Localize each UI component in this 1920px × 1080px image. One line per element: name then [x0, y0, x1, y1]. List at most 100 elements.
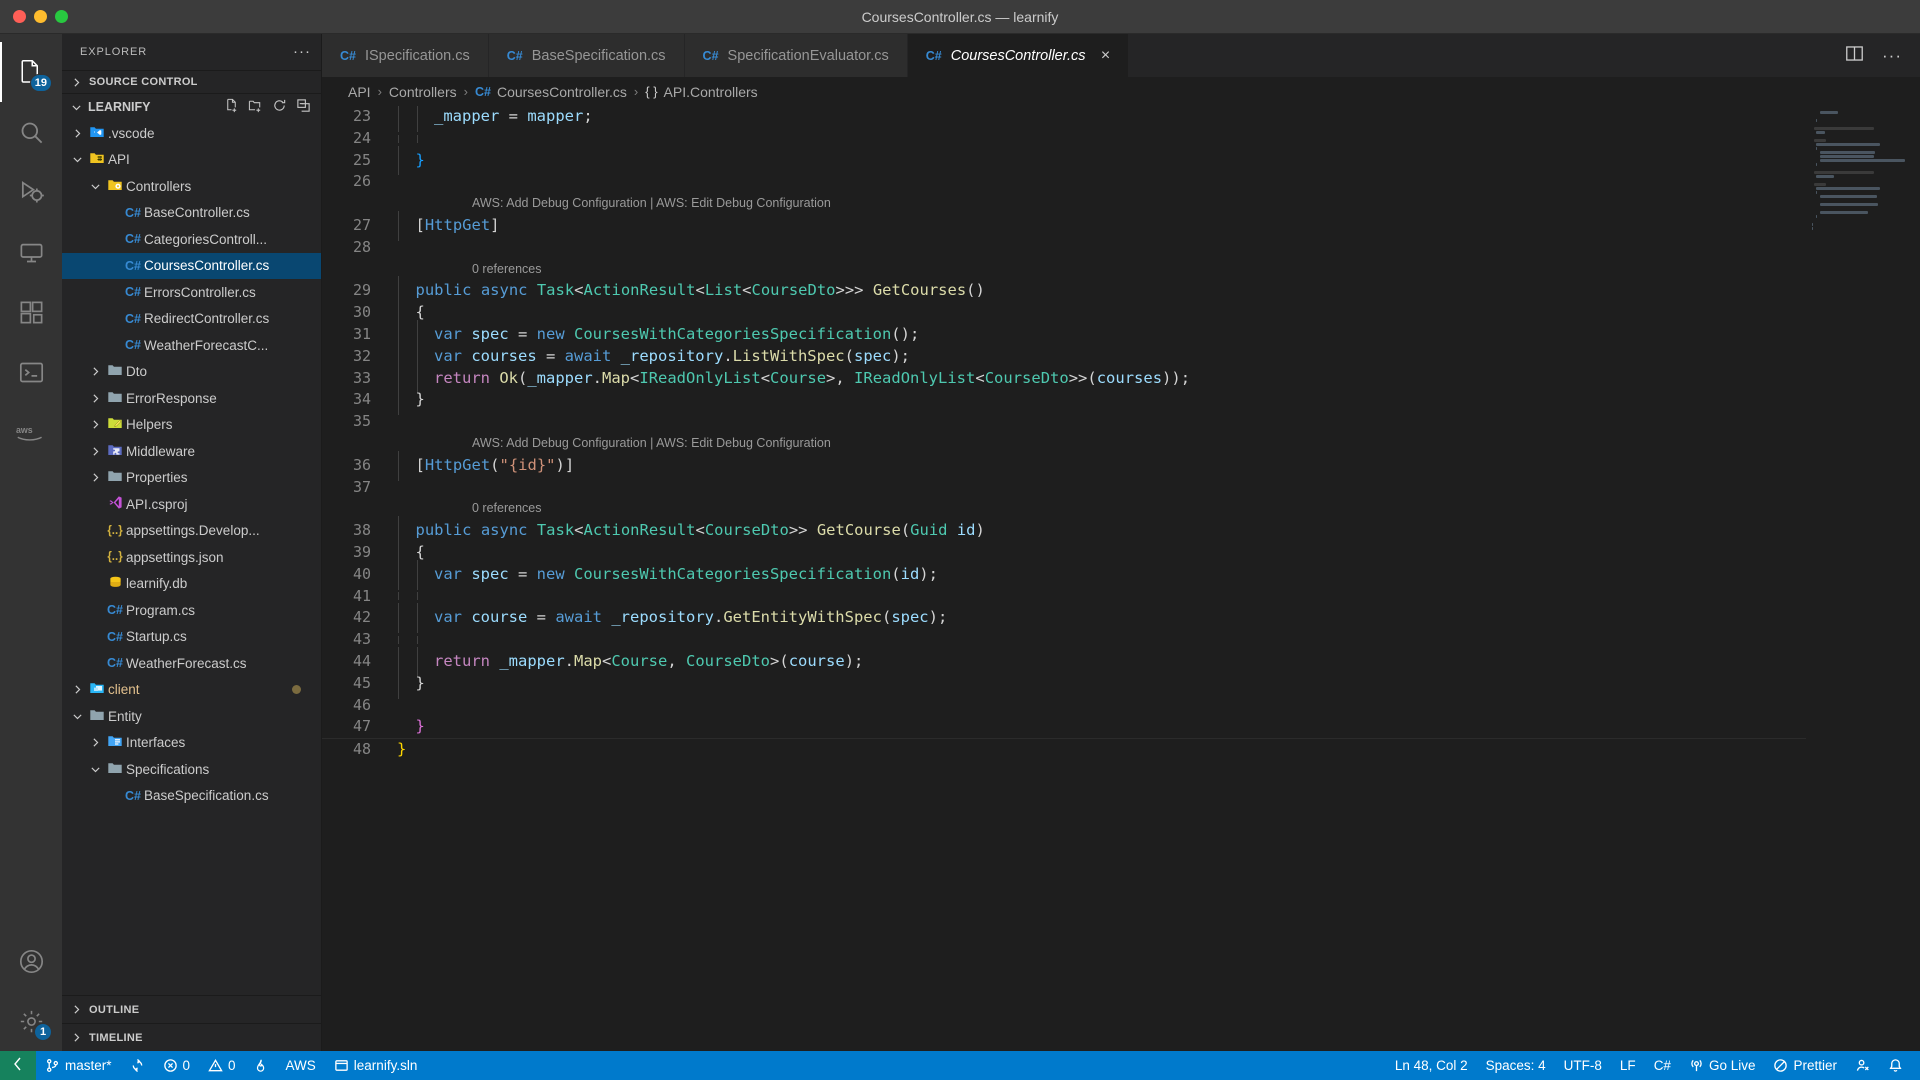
status-item-sync[interactable]	[121, 1051, 154, 1080]
editor-tab[interactable]: C# BaseSpecification.cs	[488, 34, 685, 77]
tree-file-row[interactable]: C# RedirectController.cs	[62, 306, 321, 333]
workspace-header[interactable]: LEARNIFY	[62, 94, 321, 120]
tree-file-row[interactable]: C# CoursesController.cs	[62, 252, 321, 279]
tree-file-row[interactable]: C# Program.cs	[62, 597, 321, 624]
tree-folder-row[interactable]: Controllers	[62, 173, 321, 200]
code-line[interactable]: 43	[322, 629, 1806, 651]
collapse-all-icon[interactable]	[296, 98, 311, 116]
code-line[interactable]: 27 [HttpGet]	[322, 210, 1806, 241]
code-line[interactable]: 25}	[322, 145, 1806, 176]
code-lens-label[interactable]: AWS: Add Debug Configuration | AWS: Edit…	[472, 193, 831, 215]
status-item-flame[interactable]	[245, 1051, 277, 1080]
close-tab-icon[interactable]: ×	[1101, 47, 1110, 64]
code-lens[interactable]: 0 references	[322, 498, 1806, 520]
activity-item-remote-explorer[interactable]	[0, 222, 62, 282]
status-item-indentation[interactable]: Spaces: 4	[1477, 1051, 1555, 1080]
code-line[interactable]: 41	[322, 586, 1806, 608]
maximize-window-button[interactable]	[55, 10, 68, 23]
close-window-button[interactable]	[13, 10, 26, 23]
more-actions-icon[interactable]: ···	[1882, 47, 1902, 64]
activity-item-aws[interactable]: aws	[0, 402, 62, 462]
status-item-branch[interactable]: master*	[36, 1051, 121, 1080]
tree-file-row[interactable]: API.csproj	[62, 491, 321, 518]
code-line[interactable]: 37	[322, 477, 1806, 499]
tree-folder-row[interactable]: API	[62, 147, 321, 174]
status-item-encoding[interactable]: UTF-8	[1555, 1051, 1611, 1080]
tree-file-row[interactable]: C# WeatherForecastC...	[62, 332, 321, 359]
code-line[interactable]: 28	[322, 237, 1806, 259]
tree-folder-row[interactable]: Dto	[62, 359, 321, 386]
status-item-feedback[interactable]	[1846, 1051, 1879, 1080]
tree-file-row[interactable]: C# WeatherForecast.cs	[62, 650, 321, 677]
breadcrumb-item[interactable]: API	[348, 84, 371, 100]
minimap[interactable]	[1806, 106, 1906, 1051]
code-lens-label[interactable]: AWS: Add Debug Configuration | AWS: Edit…	[472, 433, 831, 455]
editor-tab[interactable]: C# ISpecification.cs	[322, 34, 489, 77]
tree-folder-row[interactable]: Helpers	[62, 412, 321, 439]
code-lens[interactable]: 0 references	[322, 259, 1806, 281]
status-item-prettier[interactable]: Prettier	[1764, 1051, 1846, 1080]
section-timeline[interactable]: TIMELINE	[62, 1023, 321, 1051]
code-line[interactable]: 46	[322, 695, 1806, 717]
activity-item-terminal[interactable]	[0, 342, 62, 402]
tree-file-row[interactable]: learnify.db	[62, 571, 321, 598]
activity-item-settings[interactable]: 1	[0, 991, 62, 1051]
section-outline[interactable]: OUTLINE	[62, 995, 321, 1023]
code-line[interactable]: 31 var spec = new CoursesWithCategoriesSp…	[322, 319, 1806, 350]
editor-tab[interactable]: C# SpecificationEvaluator.cs	[684, 34, 908, 77]
tree-file-row[interactable]: C# BaseSpecification.cs	[62, 783, 321, 810]
code-line[interactable]: 33 return Ok(_mapper.Map<IReadOnlyList<Co…	[322, 363, 1806, 394]
code-line[interactable]: 38 public async Task<ActionResult<CourseD…	[322, 516, 1806, 546]
tree-folder-row[interactable]: Entity	[62, 703, 321, 730]
status-item-go-live[interactable]: Go Live	[1680, 1051, 1765, 1080]
sidebar-more-actions[interactable]: ···	[293, 44, 311, 59]
tree-file-row[interactable]: C# CategoriesControll...	[62, 226, 321, 253]
tree-folder-row[interactable]: client	[62, 677, 321, 704]
code-lens[interactable]: AWS: Add Debug Configuration | AWS: Edit…	[322, 193, 1806, 215]
code-line[interactable]: 40 var spec = new CoursesWithCategoriesSp…	[322, 559, 1806, 590]
code-line[interactable]: 29 public async Task<ActionResult<List<Co…	[322, 276, 1806, 307]
code-lens-label[interactable]: 0 references	[472, 259, 541, 281]
code-line[interactable]: 35	[322, 411, 1806, 433]
status-item-errors[interactable]: 0	[154, 1051, 200, 1080]
code-lens[interactable]: AWS: Add Debug Configuration | AWS: Edit…	[322, 433, 1806, 455]
code-line[interactable]: 34}	[322, 385, 1806, 416]
status-item-aws[interactable]: AWS	[277, 1051, 325, 1080]
code-lens-label[interactable]: 0 references	[472, 498, 541, 520]
status-item-remote-indicator[interactable]	[0, 1051, 36, 1080]
breadcrumb-item[interactable]: C# CoursesController.cs	[475, 84, 627, 100]
activity-item-extensions[interactable]	[0, 282, 62, 342]
tree-file-row[interactable]: {..} appsettings.json	[62, 544, 321, 571]
tree-file-row[interactable]: C# ErrorsController.cs	[62, 279, 321, 306]
editor-tab[interactable]: C# CoursesController.cs ×	[907, 34, 1129, 77]
activity-item-search[interactable]	[0, 102, 62, 162]
code-line[interactable]: 36 [HttpGet("{id}")]	[322, 450, 1806, 481]
activity-item-accounts[interactable]	[0, 931, 62, 991]
code-line[interactable]: 23 _mapper = mapper;	[322, 106, 1806, 132]
code-editor[interactable]: 23 _mapper = mapper; 24 25} 26 AWS: Add Debug…	[322, 106, 1920, 1051]
code-line[interactable]: 32 var courses = await _repository.ListWi…	[322, 341, 1806, 372]
status-item-notifications[interactable]	[1879, 1051, 1912, 1080]
new-file-icon[interactable]	[224, 98, 239, 116]
tree-file-row[interactable]: {..} appsettings.Develop...	[62, 518, 321, 545]
status-item-language-mode[interactable]: C#	[1645, 1051, 1680, 1080]
code-content[interactable]: 23 _mapper = mapper; 24 25} 26 AWS: Add Debug…	[322, 106, 1806, 1051]
code-line[interactable]: 39 {	[322, 537, 1806, 568]
status-item-solution[interactable]: learnify.sln	[325, 1051, 427, 1080]
split-editor-icon[interactable]	[1845, 44, 1864, 68]
tree-folder-row[interactable]: Properties	[62, 465, 321, 492]
activity-item-run-debug[interactable]	[0, 162, 62, 222]
code-line[interactable]: 42 var course = await _repository.GetEnti…	[322, 603, 1806, 634]
code-line[interactable]: 26	[322, 171, 1806, 193]
code-line[interactable]: 47}	[322, 716, 1806, 738]
status-item-eol[interactable]: LF	[1611, 1051, 1645, 1080]
status-item-warnings[interactable]: 0	[199, 1051, 245, 1080]
code-line[interactable]: 24	[322, 128, 1806, 150]
code-line[interactable]: 45}	[322, 668, 1806, 699]
new-folder-icon[interactable]	[248, 98, 263, 116]
tree-folder-row[interactable]: Interfaces	[62, 730, 321, 757]
refresh-icon[interactable]	[272, 98, 287, 116]
tree-folder-row[interactable]: Middleware	[62, 438, 321, 465]
breadcrumb-item[interactable]: { } API.Controllers	[645, 84, 757, 100]
tree-folder-row[interactable]: .vscode	[62, 120, 321, 147]
